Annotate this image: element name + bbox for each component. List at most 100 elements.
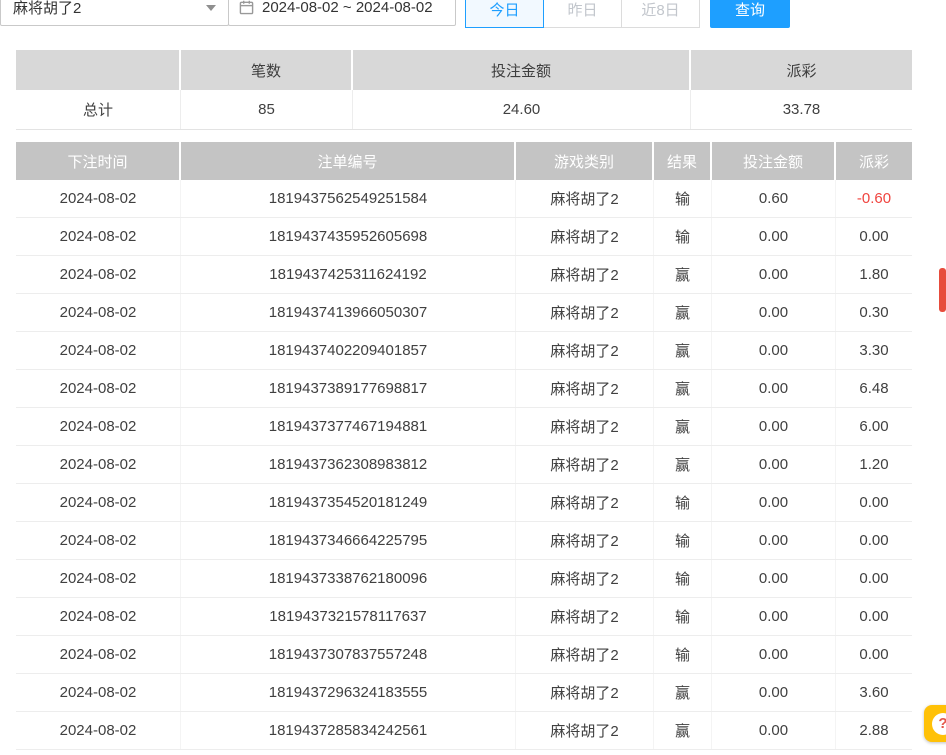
cell-result: 输	[654, 484, 712, 521]
cell-payout: 0.30	[836, 294, 912, 331]
summary-total-count: 85	[181, 90, 353, 129]
cell-order-number: 1819437435952605698	[181, 218, 516, 255]
cell-game-type: 麻将胡了2	[516, 636, 654, 673]
cell-order-number: 1819437285834242561	[181, 712, 516, 749]
cell-payout: 6.48	[836, 370, 912, 407]
game-select-value: 麻将胡了2	[13, 0, 81, 18]
summary-header-payout: 派彩	[691, 50, 912, 90]
cell-payout: 0.00	[836, 598, 912, 635]
cell-game-type: 麻将胡了2	[516, 484, 654, 521]
cell-order-number: 1819437402209401857	[181, 332, 516, 369]
cell-game-type: 麻将胡了2	[516, 256, 654, 293]
header-bet-time: 下注时间	[16, 142, 181, 180]
quick-filter-yesterday[interactable]: 昨日	[543, 0, 622, 28]
cell-order-number: 1819437377467194881	[181, 408, 516, 445]
cell-payout: 0.00	[836, 484, 912, 521]
cell-result: 赢	[654, 446, 712, 483]
cell-bet-time: 2024-08-02	[16, 522, 181, 559]
cell-payout: 0.00	[836, 522, 912, 559]
cell-game-type: 麻将胡了2	[516, 332, 654, 369]
table-row: 2024-08-02 1819437562549251584 麻将胡了2 输 0…	[16, 180, 912, 218]
summary-total-label: 总计	[16, 90, 181, 129]
scrollbar-thumb[interactable]	[939, 268, 946, 312]
cell-result: 输	[654, 636, 712, 673]
summary-total-bet-amount: 24.60	[353, 90, 691, 129]
header-bet-amount: 投注金额	[712, 142, 836, 180]
table-row: 2024-08-02 1819437307837557248 麻将胡了2 输 0…	[16, 636, 912, 674]
cell-bet-time: 2024-08-02	[16, 180, 181, 217]
cell-result: 输	[654, 560, 712, 597]
cell-game-type: 麻将胡了2	[516, 712, 654, 749]
cell-bet-amount: 0.00	[712, 598, 836, 635]
table-row: 2024-08-02 1819437362308983812 麻将胡了2 赢 0…	[16, 446, 912, 484]
cell-order-number: 1819437362308983812	[181, 446, 516, 483]
cell-result: 输	[654, 180, 712, 217]
bet-table: 下注时间 注单编号 游戏类别 结果 投注金额 派彩 2024-08-02 181…	[16, 142, 912, 750]
summary-header-bet-amount: 投注金额	[353, 50, 691, 90]
cell-bet-time: 2024-08-02	[16, 484, 181, 521]
cell-game-type: 麻将胡了2	[516, 598, 654, 635]
cell-bet-amount: 0.00	[712, 636, 836, 673]
quick-filter-today[interactable]: 今日	[465, 0, 544, 28]
cell-bet-amount: 0.00	[712, 522, 836, 559]
cell-bet-time: 2024-08-02	[16, 218, 181, 255]
cell-result: 赢	[654, 370, 712, 407]
table-row: 2024-08-02 1819437413966050307 麻将胡了2 赢 0…	[16, 294, 912, 332]
cell-result: 赢	[654, 712, 712, 749]
cell-payout: 2.88	[836, 712, 912, 749]
cell-order-number: 1819437389177698817	[181, 370, 516, 407]
cell-payout: 3.30	[836, 332, 912, 369]
cell-game-type: 麻将胡了2	[516, 560, 654, 597]
cell-bet-time: 2024-08-02	[16, 294, 181, 331]
support-float-button[interactable]: ?	[924, 705, 946, 742]
cell-result: 输	[654, 598, 712, 635]
cell-result: 赢	[654, 332, 712, 369]
header-game-type: 游戏类别	[516, 142, 654, 180]
cell-payout: 0.00	[836, 636, 912, 673]
cell-payout: 0.00	[836, 560, 912, 597]
cell-order-number: 1819437562549251584	[181, 180, 516, 217]
table-row: 2024-08-02 1819437321578117637 麻将胡了2 输 0…	[16, 598, 912, 636]
cell-order-number: 1819437321578117637	[181, 598, 516, 635]
cell-order-number: 1819437413966050307	[181, 294, 516, 331]
bet-table-header-row: 下注时间 注单编号 游戏类别 结果 投注金额 派彩	[16, 142, 912, 180]
search-button[interactable]: 查询	[710, 0, 790, 28]
table-row: 2024-08-02 1819437425311624192 麻将胡了2 赢 0…	[16, 256, 912, 294]
cell-game-type: 麻将胡了2	[516, 370, 654, 407]
cell-game-type: 麻将胡了2	[516, 180, 654, 217]
cell-bet-amount: 0.00	[712, 446, 836, 483]
cell-order-number: 1819437354520181249	[181, 484, 516, 521]
quick-filter-last8days[interactable]: 近8日	[621, 0, 700, 28]
cell-bet-time: 2024-08-02	[16, 636, 181, 673]
cell-game-type: 麻将胡了2	[516, 408, 654, 445]
header-result: 结果	[654, 142, 712, 180]
date-range-input[interactable]: 2024-08-02 ~ 2024-08-02	[228, 0, 456, 26]
cell-payout: -0.60	[836, 180, 912, 217]
support-icon: ?	[932, 713, 946, 735]
cell-order-number: 1819437296324183555	[181, 674, 516, 711]
cell-bet-time: 2024-08-02	[16, 332, 181, 369]
cell-bet-amount: 0.00	[712, 408, 836, 445]
cell-bet-time: 2024-08-02	[16, 446, 181, 483]
cell-bet-time: 2024-08-02	[16, 712, 181, 749]
game-select[interactable]: 麻将胡了2	[0, 0, 229, 26]
cell-bet-amount: 0.00	[712, 218, 836, 255]
cell-bet-amount: 0.00	[712, 484, 836, 521]
cell-result: 输	[654, 522, 712, 559]
table-row: 2024-08-02 1819437296324183555 麻将胡了2 赢 0…	[16, 674, 912, 712]
header-payout: 派彩	[836, 142, 912, 180]
cell-bet-time: 2024-08-02	[16, 560, 181, 597]
cell-bet-time: 2024-08-02	[16, 408, 181, 445]
cell-payout: 0.00	[836, 218, 912, 255]
table-row: 2024-08-02 1819437354520181249 麻将胡了2 输 0…	[16, 484, 912, 522]
cell-bet-time: 2024-08-02	[16, 256, 181, 293]
cell-result: 输	[654, 218, 712, 255]
cell-result: 赢	[654, 408, 712, 445]
cell-game-type: 麻将胡了2	[516, 218, 654, 255]
cell-order-number: 1819437338762180096	[181, 560, 516, 597]
table-row: 2024-08-02 1819437346664225795 麻将胡了2 输 0…	[16, 522, 912, 560]
table-row: 2024-08-02 1819437285834242561 麻将胡了2 赢 0…	[16, 712, 912, 750]
bet-table-body: 2024-08-02 1819437562549251584 麻将胡了2 输 0…	[16, 180, 912, 750]
cell-game-type: 麻将胡了2	[516, 446, 654, 483]
cell-bet-amount: 0.00	[712, 560, 836, 597]
